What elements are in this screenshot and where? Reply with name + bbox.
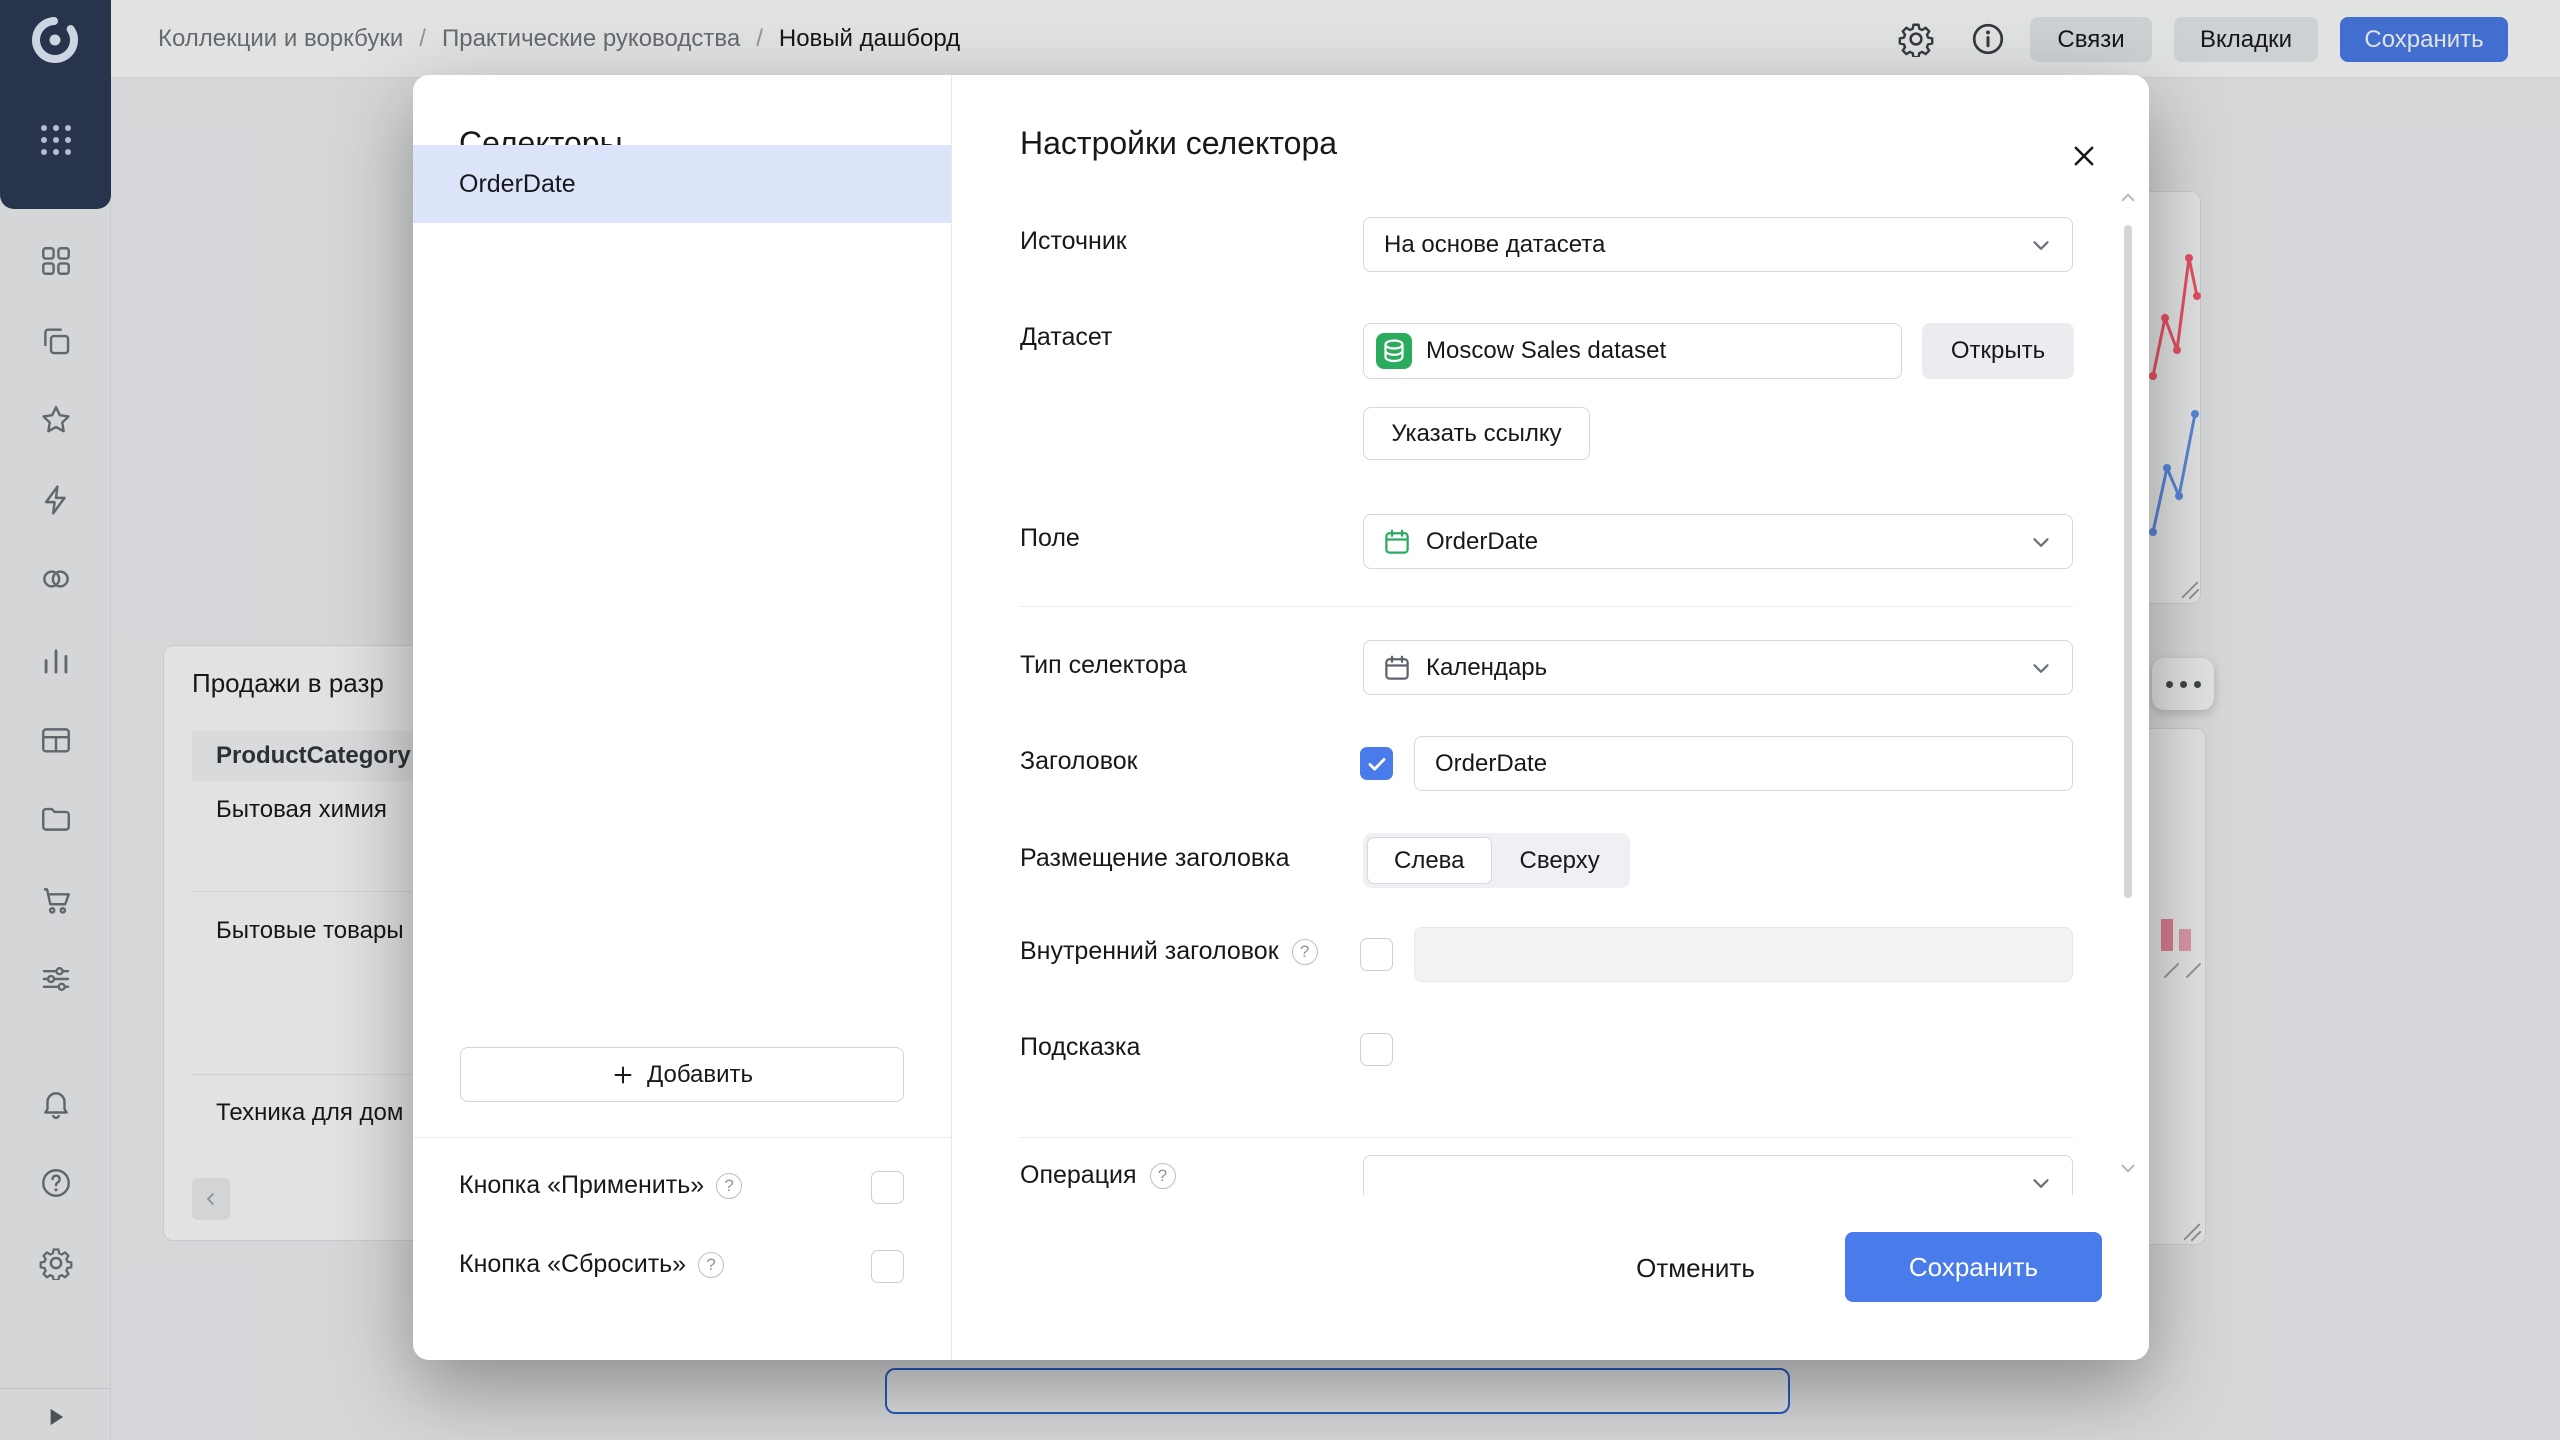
- inner-title-row: Внутренний заголовок ?: [1020, 937, 1318, 966]
- app-window: Коллекции и воркбуки / Практические руко…: [0, 0, 2560, 1440]
- reset-button-label: Кнопка «Сбросить»: [459, 1250, 686, 1279]
- operation-label: Операция: [1020, 1161, 1137, 1190]
- selector-type-select[interactable]: Календарь: [1363, 640, 2073, 695]
- left-panel-divider: [413, 1137, 951, 1138]
- field-label: Поле: [1020, 524, 1080, 553]
- dataset-open-button[interactable]: Открыть: [1922, 323, 2074, 379]
- dataset-input[interactable]: Moscow Sales dataset: [1363, 323, 1902, 379]
- placement-option-top[interactable]: Сверху: [1494, 837, 1626, 884]
- scroll-up-icon[interactable]: [2117, 187, 2139, 209]
- placement-option-left[interactable]: Слева: [1367, 837, 1492, 884]
- apply-button-row: Кнопка «Применить» ?: [459, 1171, 742, 1200]
- selector-type-value: Календарь: [1426, 654, 1547, 682]
- reset-button-row: Кнопка «Сбросить» ?: [459, 1250, 724, 1279]
- settings-divider: [1020, 606, 2073, 607]
- selector-item-label: OrderDate: [459, 170, 576, 199]
- selector-list-item-orderdate[interactable]: OrderDate: [413, 145, 951, 223]
- chevron-down-icon: [2028, 655, 2054, 681]
- title-input[interactable]: [1414, 736, 2073, 791]
- dataset-icon: [1376, 333, 1412, 369]
- dataset-link-button[interactable]: Указать ссылку: [1363, 407, 1590, 460]
- placement-label: Размещение заголовка: [1020, 844, 1290, 873]
- reset-button-checkbox[interactable]: [871, 1250, 904, 1283]
- hint-label: Подсказка: [1020, 1033, 1140, 1062]
- settings-divider: [1020, 1137, 2073, 1138]
- selectors-list-panel: Селекторы OrderDate Добавить Кнопка «При…: [413, 75, 952, 1360]
- field-select[interactable]: OrderDate: [1363, 514, 2073, 569]
- hint-checkbox[interactable]: [1360, 1033, 1393, 1066]
- operation-help-icon[interactable]: ?: [1150, 1163, 1176, 1189]
- dataset-label: Датасет: [1020, 323, 1112, 352]
- selector-type-label: Тип селектора: [1020, 651, 1187, 680]
- source-label: Источник: [1020, 227, 1127, 256]
- selector-settings-dialog: Селекторы OrderDate Добавить Кнопка «При…: [413, 75, 2149, 1360]
- apply-button-label: Кнопка «Применить»: [459, 1171, 704, 1200]
- calendar-icon: [1382, 653, 1412, 683]
- settings-panel-title: Настройки селектора: [1020, 125, 1337, 162]
- inner-title-checkbox[interactable]: [1360, 938, 1393, 971]
- plus-icon: [611, 1063, 635, 1087]
- apply-button-checkbox[interactable]: [871, 1171, 904, 1204]
- dataset-value: Moscow Sales dataset: [1426, 337, 1666, 365]
- title-checkbox[interactable]: [1360, 747, 1393, 780]
- operation-row: Операция ?: [1020, 1161, 1176, 1190]
- title-label: Заголовок: [1020, 747, 1138, 776]
- add-selector-label: Добавить: [647, 1061, 753, 1089]
- apply-help-icon[interactable]: ?: [716, 1173, 742, 1199]
- chevron-down-icon: [2028, 529, 2054, 555]
- chevron-down-icon: [2028, 1170, 2054, 1196]
- source-value: На основе датасета: [1384, 231, 1605, 259]
- placement-segmented-control: Слева Сверху: [1363, 833, 1630, 888]
- close-icon[interactable]: [2061, 133, 2107, 179]
- add-selector-button[interactable]: Добавить: [460, 1047, 904, 1102]
- inner-title-input: [1414, 927, 2073, 982]
- dialog-footer: Отменить Сохранить: [953, 1195, 2149, 1360]
- field-value: OrderDate: [1426, 528, 1538, 556]
- cancel-button[interactable]: Отменить: [1618, 1233, 1773, 1303]
- scroll-down-icon[interactable]: [2117, 1157, 2139, 1179]
- inner-title-help-icon[interactable]: ?: [1292, 939, 1318, 965]
- scrollbar-thumb[interactable]: [2124, 225, 2132, 898]
- chevron-down-icon: [2028, 232, 2054, 258]
- dialog-save-button[interactable]: Сохранить: [1845, 1232, 2102, 1302]
- inner-title-label: Внутренний заголовок: [1020, 937, 1279, 966]
- source-select[interactable]: На основе датасета: [1363, 217, 2073, 272]
- date-field-calendar-icon: [1382, 527, 1412, 557]
- reset-help-icon[interactable]: ?: [698, 1252, 724, 1278]
